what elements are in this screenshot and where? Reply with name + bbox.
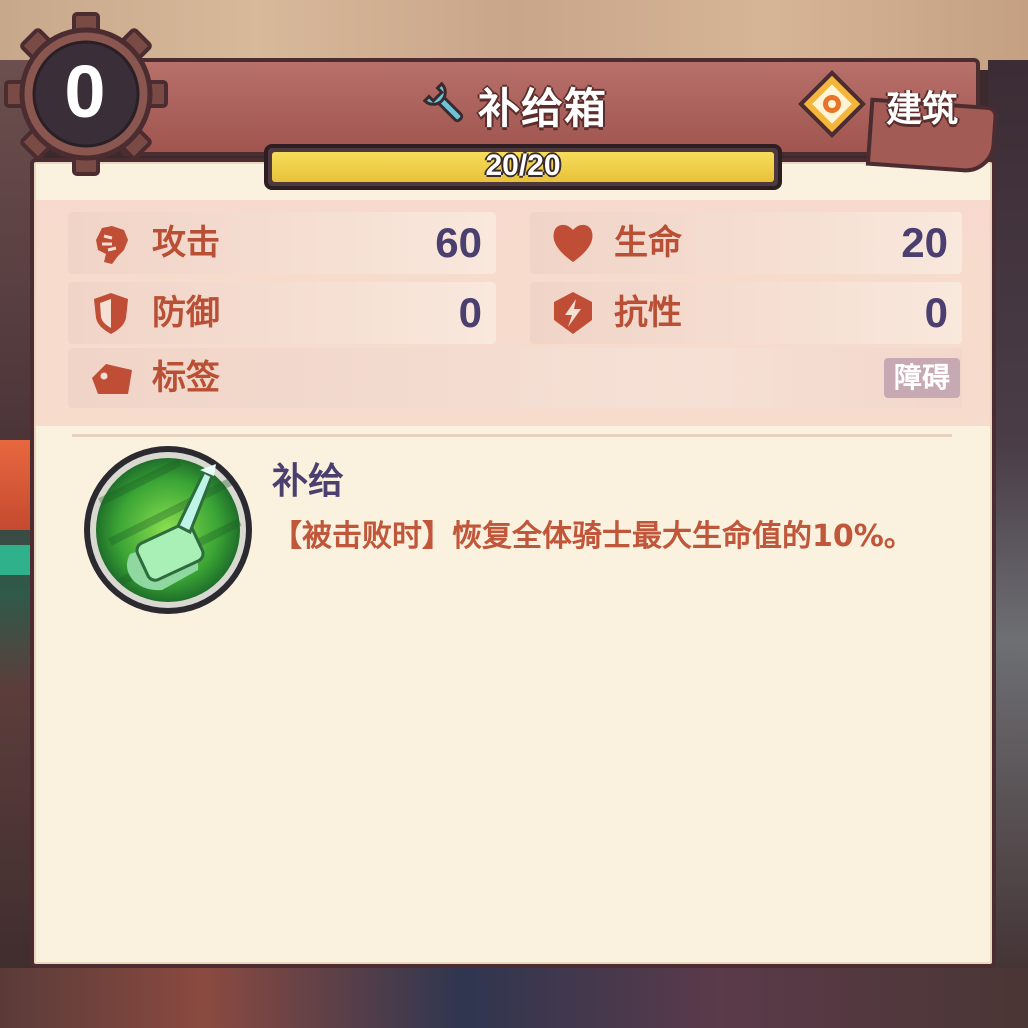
stat-label: 抗性 bbox=[614, 293, 682, 333]
tag-chip-obstacle[interactable]: 障碍 bbox=[883, 358, 960, 398]
skill-description: 【被击败时】恢复全体骑士最大生命值的10%。 bbox=[272, 519, 914, 554]
stat-value: 60 bbox=[435, 219, 482, 266]
tags-label: 标签 bbox=[152, 358, 220, 398]
stat-value: 20 bbox=[901, 219, 948, 266]
building-type-icon bbox=[798, 70, 866, 138]
section-divider bbox=[72, 434, 952, 437]
stat-life: 生命 20 bbox=[530, 212, 962, 274]
card-title: 补给箱 bbox=[420, 72, 607, 138]
stat-value: 0 bbox=[924, 289, 948, 336]
supply-potion-icon[interactable] bbox=[80, 442, 256, 618]
stat-value: 0 bbox=[458, 289, 482, 336]
stat-label: 攻击 bbox=[152, 223, 220, 263]
hp-text: 20/20 bbox=[485, 149, 561, 182]
stat-label: 防御 bbox=[152, 293, 220, 333]
stat-label: 生命 bbox=[614, 223, 682, 263]
lightning-shield-icon bbox=[554, 292, 592, 334]
fist-icon bbox=[96, 226, 128, 264]
stat-resistance: 抗性 0 bbox=[530, 282, 962, 344]
cost-value: 0 bbox=[64, 50, 106, 133]
shield-icon bbox=[94, 293, 128, 334]
wrench-icon bbox=[422, 81, 464, 123]
stat-defense: 防御 0 bbox=[68, 282, 496, 344]
background-bottom bbox=[0, 968, 1028, 1028]
tags-row: 标签 障碍 bbox=[68, 348, 962, 408]
heart-icon bbox=[553, 224, 593, 262]
skill-name: 补给 bbox=[272, 461, 345, 502]
tag-icon bbox=[92, 364, 132, 394]
stat-attack: 攻击 60 bbox=[68, 212, 496, 274]
card-type-label: 建筑 bbox=[886, 89, 959, 130]
card-name: 补给箱 bbox=[478, 83, 608, 133]
